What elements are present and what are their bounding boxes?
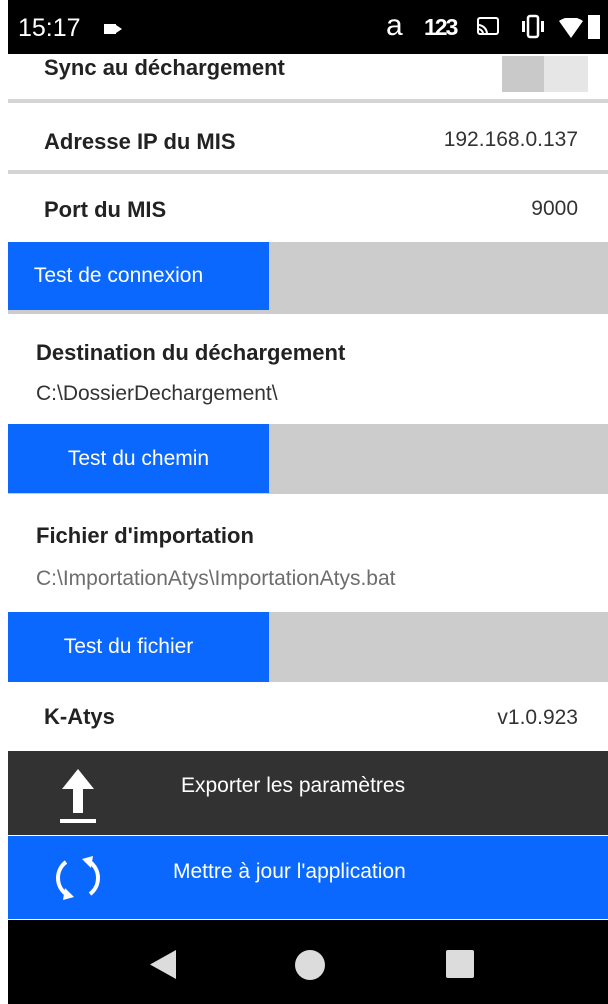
export-label: Exporter les paramètres [181,774,406,797]
upload-icon [60,769,96,823]
destination-label: Destination du déchargement [36,340,346,365]
a-indicator: a [386,9,403,42]
sync-icon [56,856,100,900]
vibrate-icon [522,14,544,39]
path-test-band: Test du chemin [8,424,608,494]
destination-path[interactable]: C:\DossierDechargement\ [36,382,278,406]
export-settings-button[interactable]: Exporter les paramètres [8,751,608,835]
port-value: 9000 [531,197,578,220]
port-label: Port du MIS [44,197,167,222]
sync-toggle[interactable] [502,56,588,92]
connection-test-band: Test de connexion [8,242,608,314]
file-test-band: Test du fichier [8,612,608,682]
ip-row[interactable]: Adresse IP du MIS 192.168.0.137 [8,103,608,170]
version-row: K-Atys v1.0.923 [8,682,608,750]
video-icon [104,24,122,34]
ip-label: Adresse IP du MIS [44,129,236,154]
wifi-icon [559,18,583,38]
test-path-button[interactable]: Test du chemin [8,424,269,493]
test-connection-button[interactable]: Test de connexion [8,242,269,310]
sync-label: Sync au déchargement [44,55,285,80]
app-version: v1.0.923 [497,706,578,729]
recent-apps-icon[interactable] [446,950,474,978]
keyboard-123-badge: 123 [424,14,458,40]
update-label: Mettre à jour l'application [173,860,406,883]
status-bar: 15:17 a 123 [8,0,608,54]
settings-screen: 15:17 a 123 Sync au déchargement Adresse… [0,0,608,1004]
import-file-label: Fichier d'importation [36,523,254,548]
sync-row[interactable]: Sync au déchargement [8,54,608,99]
navigation-bar [8,920,608,1004]
status-time: 15:17 [18,14,81,42]
ip-value: 192.168.0.137 [443,128,578,151]
toggle-knob [502,56,544,92]
battery-icon [588,15,600,39]
cast-icon [477,17,499,35]
home-icon[interactable] [295,950,325,980]
port-row[interactable]: Port du MIS 9000 [8,174,608,241]
app-name: K-Atys [44,704,115,729]
back-icon[interactable] [146,948,178,981]
import-file-path[interactable]: C:\ImportationAtys\ImportationAtys.bat [36,567,395,591]
test-file-button[interactable]: Test du fichier [8,612,269,682]
update-app-button[interactable]: Mettre à jour l'application [8,836,608,919]
